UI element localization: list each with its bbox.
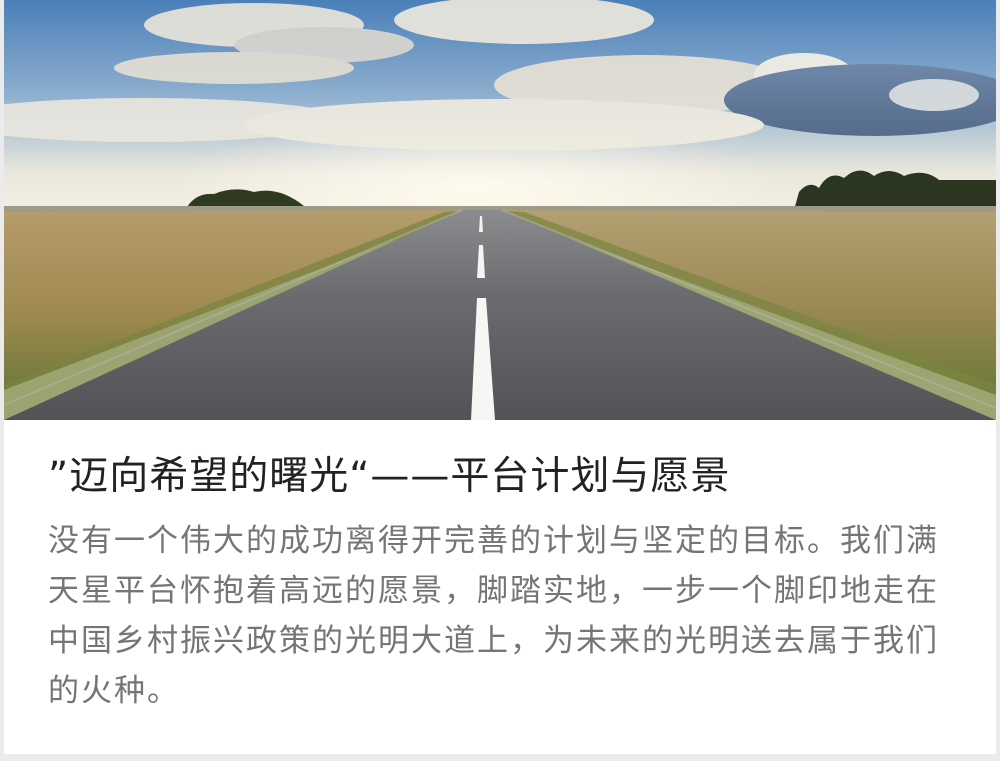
article-body: 没有一个伟大的成功离得开完善的计划与坚定的目标。我们满天星平台怀抱着高远的愿景，… bbox=[48, 523, 939, 709]
road-landscape-image bbox=[4, 0, 996, 420]
hero-image bbox=[4, 0, 996, 420]
article-title: ”迈向希望的曙光“——平台计划与愿景 bbox=[48, 454, 731, 499]
article-card: ”迈向希望的曙光“——平台计划与愿景 没有一个伟大的成功离得开完善的计划与坚定的… bbox=[4, 0, 996, 754]
article-text-area: ”迈向希望的曙光“——平台计划与愿景 没有一个伟大的成功离得开完善的计划与坚定的… bbox=[4, 420, 996, 754]
